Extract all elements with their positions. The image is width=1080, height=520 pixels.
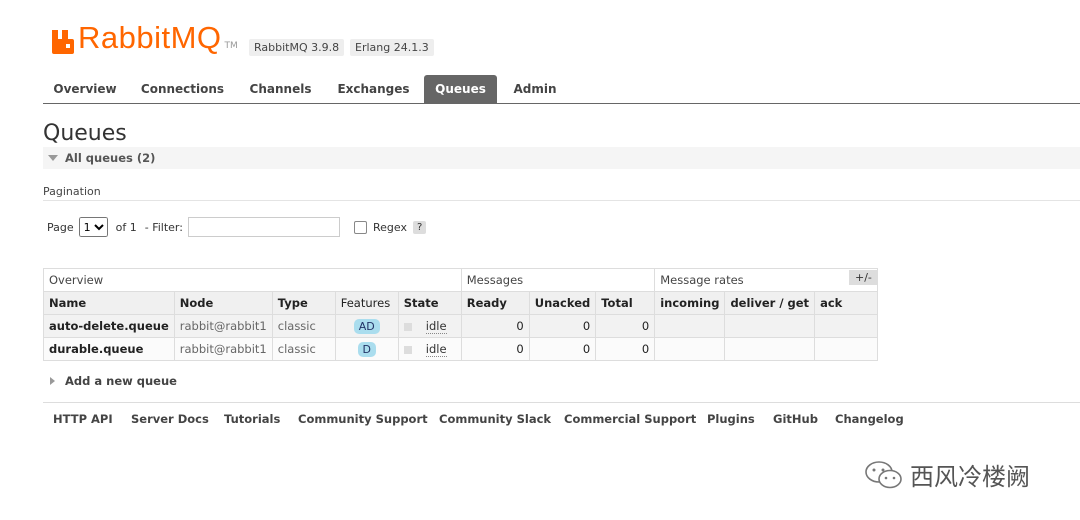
page-count: of 1 [115, 220, 137, 234]
page-title: Queues [43, 121, 127, 146]
footer-link-plugins[interactable]: Plugins [707, 412, 755, 426]
col-features: Features [334, 291, 399, 315]
queues-table: Overview Messages Message rates Name Nod… [43, 268, 879, 361]
unacked-count: 0 [528, 314, 597, 338]
tab-admin[interactable]: Admin [508, 75, 562, 103]
state-indicator-icon [403, 345, 412, 354]
feature-badge[interactable]: D [357, 342, 376, 357]
col-ready[interactable]: Ready [460, 291, 530, 315]
all-queues-toggle[interactable]: All queues (2) [43, 147, 1080, 169]
total-count: 0 [595, 337, 656, 361]
col-node[interactable]: Node [173, 291, 273, 315]
page-label: Page [47, 220, 74, 234]
filter-input[interactable] [187, 217, 340, 237]
watermark-text: 西风冷楼阙 [910, 463, 1030, 491]
col-state[interactable]: State [397, 291, 462, 315]
footer-link-community-slack[interactable]: Community Slack [439, 412, 551, 426]
rabbit-logo-icon [52, 30, 74, 54]
pagination-controls: Page 1 of 1 - Filter: Regex ? [47, 217, 427, 237]
col-deliver-get[interactable]: deliver / get [724, 291, 816, 315]
column-toggle-button[interactable]: +/- [849, 270, 878, 285]
col-unacked[interactable]: Unacked [528, 291, 597, 315]
main-nav: Overview Connections Channels Exchanges … [43, 75, 1080, 104]
regex-checkbox[interactable] [353, 220, 367, 234]
col-ack[interactable]: ack [814, 291, 879, 315]
incoming-rate [654, 337, 726, 361]
regex-help-button[interactable]: ? [412, 220, 427, 234]
table-row: durable.queue rabbit@rabbit1 classic D i… [43, 337, 879, 361]
brand-name: RabbitMQ [78, 20, 222, 55]
queue-state[interactable]: idle [425, 319, 447, 334]
footer-link-http-api[interactable]: HTTP API [53, 412, 113, 426]
footer-link-community-support[interactable]: Community Support [298, 412, 428, 426]
queue-type: classic [271, 314, 336, 338]
col-name[interactable]: Name [43, 291, 175, 315]
unacked-count: 0 [528, 337, 597, 361]
filter-label: - Filter: [144, 220, 183, 234]
add-queue-label: Add a new queue [65, 374, 177, 388]
queue-node: rabbit@rabbit1 [173, 314, 273, 338]
collapse-arrow-icon [48, 155, 58, 161]
erlang-version-badge: Erlang 24.1.3 [350, 39, 434, 56]
regex-label: Regex [372, 220, 407, 234]
trademark: TM [224, 41, 238, 51]
col-incoming[interactable]: incoming [654, 291, 726, 315]
group-overview: Overview [43, 268, 462, 292]
table-row: auto-delete.queue rabbit@rabbit1 classic… [43, 314, 879, 338]
footer-link-github[interactable]: GitHub [773, 412, 818, 426]
footer-link-server-docs[interactable]: Server Docs [131, 412, 209, 426]
section-title: All queues (2) [65, 151, 156, 165]
ready-count: 0 [460, 337, 530, 361]
footer-link-commercial-support[interactable]: Commercial Support [564, 412, 696, 426]
tab-queues[interactable]: Queues [424, 75, 497, 103]
group-messages: Messages [460, 268, 656, 292]
rabbitmq-version-badge: RabbitMQ 3.9.8 [249, 39, 345, 56]
ack-rate [814, 337, 879, 361]
tab-channels[interactable]: Channels [244, 75, 317, 103]
footer: HTTP API Server Docs Tutorials Community… [43, 402, 1080, 435]
col-total[interactable]: Total [595, 291, 656, 315]
queue-name-link[interactable]: auto-delete.queue [43, 314, 175, 338]
tab-exchanges[interactable]: Exchanges [332, 75, 415, 103]
feature-badge[interactable]: AD [353, 319, 380, 334]
queue-node: rabbit@rabbit1 [173, 337, 273, 361]
pagination-label: Pagination [43, 185, 101, 198]
tab-connections[interactable]: Connections [136, 75, 229, 103]
add-queue-toggle[interactable]: Add a new queue [50, 374, 177, 388]
footer-link-tutorials[interactable]: Tutorials [224, 412, 280, 426]
queue-type: classic [271, 337, 336, 361]
col-type[interactable]: Type [271, 291, 336, 315]
incoming-rate [654, 314, 726, 338]
page-select[interactable]: 1 [78, 217, 108, 237]
expand-arrow-icon [50, 377, 55, 385]
ack-rate [814, 314, 879, 338]
wechat-icon [865, 460, 902, 488]
ready-count: 0 [460, 314, 530, 338]
watermark: 西风冷楼阙 [864, 457, 1030, 492]
state-indicator-icon [403, 322, 412, 331]
queue-name-link[interactable]: durable.queue [43, 337, 175, 361]
total-count: 0 [595, 314, 656, 338]
footer-link-changelog[interactable]: Changelog [835, 412, 904, 426]
group-message-rates: Message rates [654, 268, 879, 292]
deliver-rate [724, 337, 816, 361]
queue-state[interactable]: idle [425, 342, 447, 357]
rabbitmq-logo: RabbitMQ TM [52, 22, 238, 54]
deliver-rate [724, 314, 816, 338]
divider [43, 200, 1080, 201]
tab-overview[interactable]: Overview [43, 75, 127, 103]
